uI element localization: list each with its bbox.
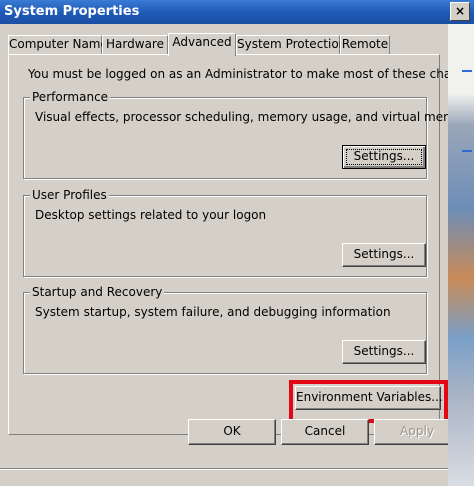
close-button[interactable]: × <box>450 2 470 21</box>
button-label: Apply <box>400 424 434 438</box>
advanced-tab-panel: You must be logged on as an Administrato… <box>8 54 474 435</box>
window-title: System Properties <box>4 4 140 19</box>
startup-recovery-description: System startup, system failure, and debu… <box>35 305 391 319</box>
performance-title: Performance <box>30 90 111 104</box>
tab-label: Remote <box>341 37 389 51</box>
startup-recovery-title: Startup and Recovery <box>30 285 165 299</box>
button-label: OK <box>223 424 241 438</box>
tab-advanced[interactable]: Advanced <box>168 33 236 56</box>
title-bar[interactable]: System Properties × <box>0 0 474 24</box>
ok-button[interactable]: OK <box>188 419 276 445</box>
tab-label: System Protection <box>237 37 347 51</box>
background-window-strip <box>448 24 474 486</box>
button-label: Settings... <box>353 247 415 261</box>
user-profiles-title: User Profiles <box>30 188 109 202</box>
startup-recovery-group: Startup and Recovery System startup, sys… <box>23 285 427 374</box>
button-label: Settings... <box>353 344 415 358</box>
button-label: Cancel <box>304 424 346 438</box>
focus-ring <box>346 149 422 165</box>
tab-label: Computer Name <box>9 37 108 51</box>
startup-recovery-settings-button[interactable]: Settings... <box>342 340 426 364</box>
user-profiles-description: Desktop settings related to your logon <box>35 208 267 222</box>
tab-remote[interactable]: Remote <box>340 35 390 54</box>
cancel-button[interactable]: Cancel <box>281 419 369 445</box>
annotation-highlight-box <box>289 380 448 423</box>
background-mark <box>462 150 472 152</box>
user-profiles-group: User Profiles Desktop settings related t… <box>23 188 427 277</box>
tab-hardware[interactable]: Hardware <box>102 35 168 54</box>
background-mark <box>462 70 472 72</box>
tab-label: Hardware <box>106 37 164 51</box>
performance-group: Performance Visual effects, processor sc… <box>23 90 474 179</box>
system-properties-window: System Properties × Computer Name Hardwa… <box>0 0 474 486</box>
tab-label: Advanced <box>172 35 232 49</box>
close-icon: × <box>454 4 466 18</box>
performance-description: Visual effects, processor scheduling, me… <box>35 110 474 124</box>
user-profiles-settings-button[interactable]: Settings... <box>342 243 426 267</box>
performance-settings-button[interactable]: Settings... <box>342 145 426 169</box>
tab-computer-name[interactable]: Computer Name <box>8 35 108 54</box>
tab-system-protection[interactable]: System Protection <box>236 35 346 54</box>
footer-separator <box>0 468 448 470</box>
admin-notice: You must be logged on as an Administrato… <box>28 67 474 81</box>
